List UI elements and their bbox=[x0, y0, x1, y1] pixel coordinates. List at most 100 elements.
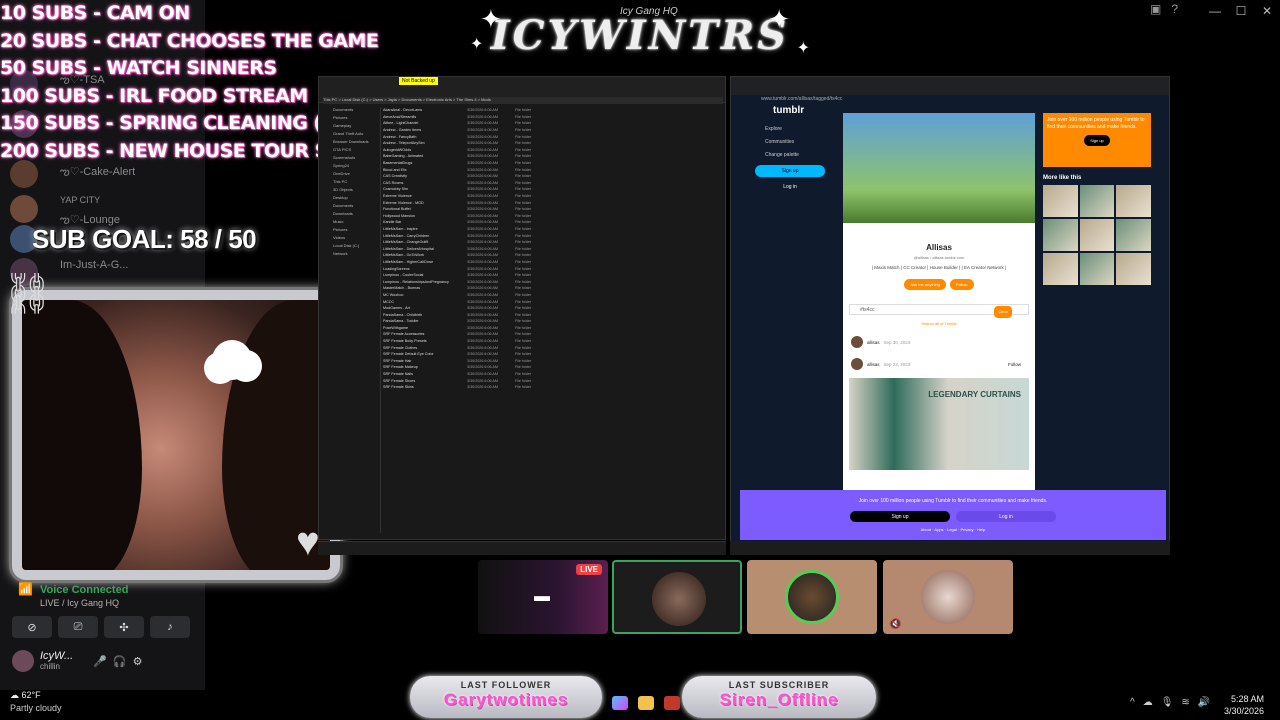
file-row[interactable]: SRF Female Default Eye Color 3/30/2026 6:… bbox=[383, 351, 723, 358]
login-button[interactable]: Log in bbox=[755, 181, 825, 193]
file-row[interactable]: LittleMsSam - Inspire 3/30/2026 6:06 AM Fi… bbox=[383, 226, 723, 233]
file-row[interactable]: Hollywood Mansion 3/30/2026 6:06 AM File f… bbox=[383, 213, 723, 220]
file-row[interactable]: CAS Rooms 3/30/2026 6:06 AM File folder bbox=[383, 180, 723, 187]
camera-off-button[interactable]: ⊘ bbox=[12, 616, 52, 638]
file-row[interactable]: LittleMsSam - GoToWork 3/30/2026 6:06 AM F… bbox=[383, 252, 723, 259]
avatar[interactable] bbox=[851, 358, 863, 370]
file-row[interactable]: CAS Creativity 3/30/2026 6:06 AM File fold… bbox=[383, 173, 723, 180]
suggestion-thumb[interactable] bbox=[1116, 185, 1151, 217]
file-row[interactable]: SRF Female Makeup 3/30/2026 6:06 AM File f… bbox=[383, 364, 723, 371]
file-row[interactable]: Kandle Bar 3/30/2026 6:06 AM File folder bbox=[383, 219, 723, 226]
explorer-tab[interactable]: Not Backed up bbox=[399, 77, 438, 85]
close-icon[interactable]: ✕ bbox=[1254, 0, 1280, 22]
file-row[interactable]: AkaraAnal - DecorLams 3/30/2026 6:06 AM Fi… bbox=[383, 107, 723, 114]
file-row[interactable]: LittleMsSam - ChangeOutfit 3/30/2026 6:06… bbox=[383, 239, 723, 246]
stream-tile[interactable]: LIVE ▬ bbox=[478, 560, 608, 634]
explorer-sidebar-item[interactable]: Network bbox=[319, 251, 380, 259]
file-row[interactable]: LittleMsSam - CarryChildren 3/30/2026 6:0… bbox=[383, 232, 723, 239]
browser-url[interactable]: www.tumblr.com/allisas/tagged/ts4cc bbox=[761, 96, 1061, 104]
participant-tile[interactable] bbox=[747, 560, 877, 634]
suggestion-thumb[interactable] bbox=[1116, 219, 1151, 251]
channel-cake-alert[interactable]: ఌ♡-Cake-Alert bbox=[60, 165, 135, 181]
explorer-sidebar-item[interactable]: Music bbox=[319, 219, 380, 227]
file-row[interactable]: PandaSama - Toddler 3/30/2026 6:06 AM File… bbox=[383, 318, 723, 325]
file-row[interactable]: MCCC 3/30/2026 6:06 AM File folder bbox=[383, 298, 723, 305]
file-row[interactable]: Lumpinou - CoolerSocial 3/30/2026 6:06 AM… bbox=[383, 272, 723, 279]
headphones-icon[interactable]: 🎧 bbox=[113, 655, 127, 668]
browser-tabs[interactable] bbox=[731, 77, 1169, 95]
channel-im-just[interactable]: Im-Just-A-G... bbox=[60, 259, 128, 271]
file-row[interactable]: SRF Female Skins 3/30/2026 6:06 AM File fo… bbox=[383, 384, 723, 391]
banner-links[interactable]: About · Apps · Legal · Privacy · Help bbox=[740, 527, 1166, 532]
category-yap-city[interactable]: YAP CITY bbox=[60, 195, 100, 205]
file-row[interactable]: Andrew - FancyBath 3/30/2026 6:06 AM File … bbox=[383, 133, 723, 140]
voice-channel[interactable]: LIVE / Icy Gang HQ bbox=[40, 598, 119, 608]
post-user[interactable]: allisas bbox=[867, 362, 880, 367]
wifi-icon[interactable]: ≋ bbox=[1181, 697, 1189, 708]
side-item-communities[interactable]: Communities bbox=[741, 139, 831, 152]
volume-icon[interactable]: 🔊 bbox=[1198, 697, 1210, 708]
minimize-icon[interactable]: — bbox=[1202, 0, 1228, 22]
chevron-up-icon[interactable]: ^ bbox=[1130, 697, 1135, 708]
screen-share-button[interactable]: ⎚ bbox=[58, 616, 98, 638]
participant-tile[interactable] bbox=[612, 560, 742, 634]
file-row[interactable]: Lumpinou - RelationshipsAndPregnancy 3/30… bbox=[383, 278, 723, 285]
suggestion-thumb[interactable] bbox=[1116, 253, 1151, 285]
file-row[interactable]: SRF Female Nails 3/30/2026 6:06 AM File fo… bbox=[383, 371, 723, 378]
avatar[interactable] bbox=[851, 336, 863, 348]
explorer-sidebar-item[interactable]: Pictures bbox=[319, 227, 380, 235]
file-row[interactable]: LittleMsSam - DeliverAHospital 3/30/2026 … bbox=[383, 245, 723, 252]
settings-gear-icon[interactable]: ⚙ bbox=[133, 655, 143, 668]
explorer-sidebar-item[interactable]: Local Disk (C:) bbox=[319, 243, 380, 251]
maximize-icon[interactable]: ☐ bbox=[1228, 0, 1254, 22]
file-row[interactable]: MasterMatch - Buenas 3/30/2026 6:06 AM Fil… bbox=[383, 285, 723, 292]
explorer-sidebar-item[interactable]: Spring24 bbox=[319, 163, 380, 171]
file-row[interactable]: PoseWithgame 3/30/2026 6:06 AM File folder bbox=[383, 325, 723, 332]
soundboard-button[interactable]: ♪ bbox=[150, 616, 190, 638]
tumblr-logo[interactable]: tumblr bbox=[773, 105, 831, 116]
explorer-sidebar-item[interactable]: Documents bbox=[319, 203, 380, 211]
mute-icon[interactable]: 🎤 bbox=[93, 655, 107, 668]
suggestion-thumb[interactable] bbox=[1043, 219, 1078, 251]
suggestion-thumb[interactable] bbox=[1043, 253, 1078, 285]
file-row[interactable]: AutogeddWOdds 3/30/2026 6:06 AM File folde… bbox=[383, 147, 723, 154]
file-row[interactable]: LittleMsSam - HigherCallClose 3/30/2026 6… bbox=[383, 259, 723, 266]
file-row[interactable]: Cosmobby Sim 3/30/2026 6:06 AM File folder bbox=[383, 186, 723, 193]
file-explorer-icon[interactable] bbox=[638, 696, 654, 710]
copilot-icon[interactable] bbox=[612, 696, 628, 710]
follow-button[interactable]: Follow bbox=[950, 279, 974, 290]
file-row[interactable]: SRF Female Shoes 3/30/2026 6:06 AM File fo… bbox=[383, 377, 723, 384]
banner-signup-button[interactable]: Sign up bbox=[850, 511, 950, 522]
search-all-link[interactable]: Search all of Tumblr bbox=[843, 321, 1035, 326]
file-row[interactable]: Andrew - TeleportAnySim 3/30/2026 6:06 AM… bbox=[383, 140, 723, 147]
avatar[interactable] bbox=[12, 650, 34, 672]
file-row[interactable]: MC Woohoo 3/30/2026 6:06 AM File folder bbox=[383, 292, 723, 299]
participant-tile[interactable]: 🔇 bbox=[883, 560, 1013, 634]
activities-button[interactable]: ✣ bbox=[104, 616, 144, 638]
side-item-explore[interactable]: Explore bbox=[741, 126, 831, 139]
post-follow-button[interactable]: Follow bbox=[1008, 362, 1021, 367]
file-row[interactable]: PandaSama - Childbirth 3/30/2026 6:06 AM F… bbox=[383, 311, 723, 318]
file-row[interactable]: BasementalDrugs 3/30/2026 6:06 AM File fol… bbox=[383, 160, 723, 167]
explorer-sidebar-item[interactable]: This PC bbox=[319, 179, 380, 187]
clear-button[interactable]: Clear bbox=[994, 306, 1012, 318]
explorer-sidebar-item[interactable]: Gameplay bbox=[319, 123, 380, 131]
cloud-icon[interactable]: ☁ bbox=[1143, 697, 1153, 708]
weather-widget[interactable]: ☁ 62°F Partly cloudy bbox=[10, 690, 62, 713]
explorer-sidebar-item[interactable]: 3D Objects bbox=[319, 187, 380, 195]
file-row[interactable]: SRF Female Body Presets 3/30/2026 6:06 AM… bbox=[383, 338, 723, 345]
suggestion-thumb[interactable] bbox=[1043, 185, 1078, 217]
file-row[interactable]: Andrew - Garden Items 3/30/2026 6:06 AM Fi… bbox=[383, 127, 723, 134]
post-user[interactable]: allisas bbox=[867, 340, 880, 345]
tag-search-input[interactable]: #ts4cc Clear bbox=[849, 304, 1029, 318]
taskbar-clock[interactable]: 5:28 AM 3/30/2026 bbox=[1224, 693, 1264, 717]
explorer-sidebar-item[interactable]: Documents bbox=[319, 107, 380, 115]
explorer-sidebar-item[interactable]: OneDrive bbox=[319, 171, 380, 179]
explorer-sidebar-item[interactable]: GTA PICS bbox=[319, 147, 380, 155]
file-row[interactable]: Blood and Elix 3/30/2026 6:06 AM File fold… bbox=[383, 166, 723, 173]
promo-signup-button[interactable]: Sign up bbox=[1084, 135, 1110, 146]
file-row[interactable]: Extreme Violence - MOD 3/30/2026 6:06 AM F… bbox=[383, 199, 723, 206]
explorer-sidebar-item[interactable]: Videos bbox=[319, 235, 380, 243]
file-row[interactable]: LoadingScreens 3/30/2026 6:06 AM File fold… bbox=[383, 265, 723, 272]
suggestion-thumb[interactable] bbox=[1079, 185, 1115, 217]
